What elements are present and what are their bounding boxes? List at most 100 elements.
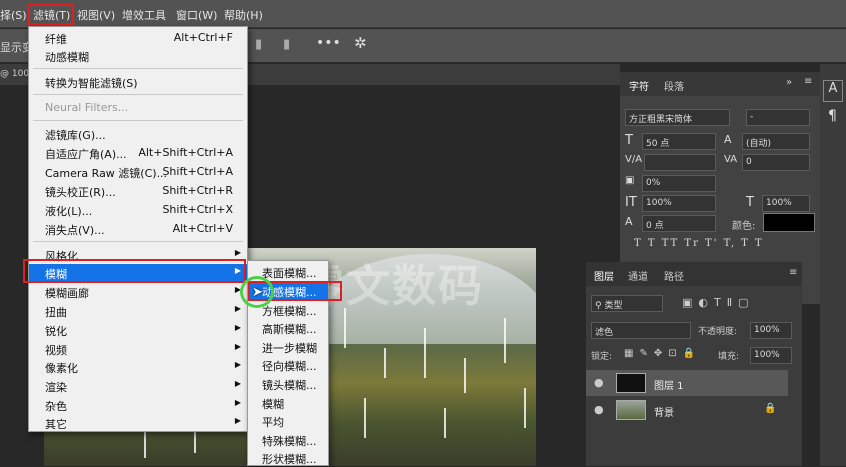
lock-icons[interactable]: ▦✎✥⊡🔒 (624, 348, 701, 359)
opacity-field[interactable]: 100% (750, 322, 792, 339)
menu-item-render[interactable]: 渲染 ▶ (29, 377, 247, 395)
menu-separator (33, 120, 243, 121)
tab-layers[interactable]: 图层 (594, 268, 614, 283)
highlight-blur-item (23, 259, 246, 283)
kerning-field[interactable] (644, 154, 716, 171)
visibility-eye-icon[interactable]: ● (594, 376, 604, 389)
mouse-cursor-icon: ➤ (252, 285, 263, 300)
menu-item-gaussian-blur[interactable]: 高斯模糊... (248, 319, 328, 337)
menu-item-smart-blur[interactable]: 特殊模糊... (248, 431, 328, 449)
menu-item-adaptive-wide[interactable]: 自适应广角(A)... Alt+Shift+Ctrl+A (29, 144, 247, 162)
type-style-buttons[interactable]: T T TT Tr T' T, T T (634, 238, 764, 249)
right-toolbar: A ¶ (820, 64, 846, 466)
submenu-arrow-icon: ▶ (234, 304, 241, 313)
menu-item-vanishing-point[interactable]: 消失点(V)... Alt+Ctrl+V (29, 220, 247, 238)
layer-thumbnail (616, 400, 646, 420)
menu-help[interactable]: 帮助(H) (224, 7, 263, 23)
submenu-arrow-icon: ▶ (234, 323, 241, 332)
layer-name[interactable]: 图层 1 (654, 377, 684, 392)
lock-icon: 🔒 (764, 403, 777, 414)
layer-thumbnail (616, 373, 646, 393)
menu-item-other[interactable]: 其它 ▶ (29, 414, 247, 432)
blend-mode-select[interactable]: 滤色 (591, 322, 691, 339)
opacity-label: 不透明度: (698, 327, 738, 337)
menu-item-last-filter[interactable]: 纤维 Alt+Ctrl+F (29, 29, 247, 47)
lock-label: 锁定: (591, 352, 613, 362)
menu-item-pixelate[interactable]: 像素化 ▶ (29, 358, 247, 376)
menu-view[interactable]: 视图(V) (77, 7, 115, 23)
menu-select[interactable]: 择(S) (0, 7, 27, 23)
submenu-arrow-icon: ▶ (234, 398, 241, 407)
visibility-eye-icon[interactable]: ● (594, 403, 604, 416)
gear-icon[interactable]: ✲ (354, 34, 367, 52)
menu-item-liquify[interactable]: 液化(L)... Shift+Ctrl+X (29, 201, 247, 219)
layer-filter-select[interactable]: ⚲ 类型 (591, 295, 663, 312)
tab-character[interactable]: 字符 (629, 78, 649, 93)
tracking-field[interactable]: 0 (742, 154, 810, 171)
tsume-icon: ▣ (625, 175, 635, 186)
tab-paths[interactable]: 路径 (664, 268, 684, 283)
filter-menu: 纤维 Alt+Ctrl+F 动感模糊 转换为智能滤镜(S) Neural Filt… (28, 26, 248, 432)
menu-window[interactable]: 窗口(W) (176, 7, 217, 23)
menu-item-average[interactable]: 平均 (248, 412, 328, 430)
menu-separator (33, 94, 243, 95)
layers-panel: 图层 通道 路径 ≡ ⚲ 类型 ▣◐TⅡ▢ 滤色 不透明度: 100% 锁定: … (586, 262, 802, 466)
menu-item-lens-blur[interactable]: 镜头模糊... (248, 375, 328, 393)
menu-item-neural-filters[interactable]: Neural Filters... (29, 99, 247, 117)
submenu-arrow-icon: ▶ (234, 416, 241, 425)
menu-bar: 择(S) 滤镜(T) 视图(V) 增效工具 窗口(W) 帮助(H) (0, 0, 846, 28)
menu-item-noise[interactable]: 杂色 ▶ (29, 396, 247, 414)
fill-field[interactable]: 100% (750, 347, 792, 364)
menu-separator (33, 68, 243, 69)
menu-item-video[interactable]: 视频 ▶ (29, 340, 247, 358)
tracking-icon: VA (724, 154, 738, 165)
highlight-filter-menu (28, 4, 74, 25)
filter-kind-label: 类型 (604, 301, 623, 311)
menu-item-shape-blur[interactable]: 形状模糊... (248, 449, 328, 467)
horizontal-scale-field[interactable]: 100% (762, 195, 810, 212)
menu-plugins[interactable]: 增效工具 (122, 7, 166, 23)
align-icon[interactable]: ▮ (255, 37, 262, 52)
menu-item-gallery[interactable]: 滤镜库(G)... (29, 125, 247, 143)
layer-name[interactable]: 背景 (654, 404, 674, 419)
tab-paragraph[interactable]: 段落 (664, 78, 684, 93)
menu-item-blur-gallery[interactable]: 模糊画廊 ▶ (29, 283, 247, 301)
distribute-icon[interactable]: ▮ (283, 37, 290, 52)
tab-channels[interactable]: 通道 (628, 268, 648, 283)
menu-item-camera-raw[interactable]: Camera Raw 滤镜(C)... Shift+Ctrl+A (29, 163, 247, 181)
horizontal-scale-icon: T (746, 195, 754, 210)
panel-menu-icon[interactable]: ≡ (804, 76, 812, 87)
layer-filter-icons[interactable]: ▣◐TⅡ▢ (682, 296, 755, 309)
color-label: 颜色: (732, 221, 756, 232)
tsume-field[interactable]: 0% (642, 175, 716, 192)
font-size-field[interactable]: 50 点 (642, 133, 716, 150)
font-style-select[interactable]: - (746, 109, 810, 126)
layer-row[interactable]: ● 图层 1 (586, 370, 788, 396)
leading-field[interactable]: (自动) (742, 133, 810, 150)
submenu-arrow-icon: ▶ (234, 379, 241, 388)
baseline-icon: A (625, 215, 633, 228)
font-family-select[interactable]: 方正粗黑宋简体 (625, 109, 730, 126)
menu-item-radial-blur[interactable]: 径向模糊... (248, 356, 328, 374)
font-size-icon: T (625, 133, 633, 148)
menu-item-sharpen[interactable]: 锐化 ▶ (29, 321, 247, 339)
menu-item-convert-smart[interactable]: 转换为智能滤镜(S) (29, 73, 247, 91)
menu-item-lens-correction[interactable]: 镜头校正(R)... Shift+Ctrl+R (29, 182, 247, 200)
panel-menu-icon[interactable]: ≡ (789, 267, 797, 278)
text-color-swatch[interactable] (763, 213, 815, 232)
panel-collapse-icon[interactable]: » (786, 77, 792, 88)
menu-item-distort[interactable]: 扭曲 ▶ (29, 302, 247, 320)
baseline-field[interactable]: 0 点 (642, 215, 716, 232)
paragraph-panel-icon[interactable]: ¶ (828, 108, 837, 124)
menu-item-blur-more[interactable]: 进一步模糊 (248, 338, 328, 356)
menu-item-blur[interactable]: 模糊 (248, 394, 328, 412)
menu-item-motion-blur-recent[interactable]: 动感模糊 (29, 47, 247, 65)
more-icon[interactable]: ••• (316, 35, 341, 51)
layer-row[interactable]: ● 背景 🔒 (586, 397, 788, 423)
submenu-arrow-icon: ▶ (234, 248, 241, 257)
vertical-scale-field[interactable]: 100% (642, 195, 716, 212)
character-panel-icon[interactable]: A (823, 80, 843, 102)
fill-label: 填充: (718, 352, 740, 362)
kerning-icon: V/A (625, 154, 643, 165)
leading-icon: A (724, 133, 732, 146)
